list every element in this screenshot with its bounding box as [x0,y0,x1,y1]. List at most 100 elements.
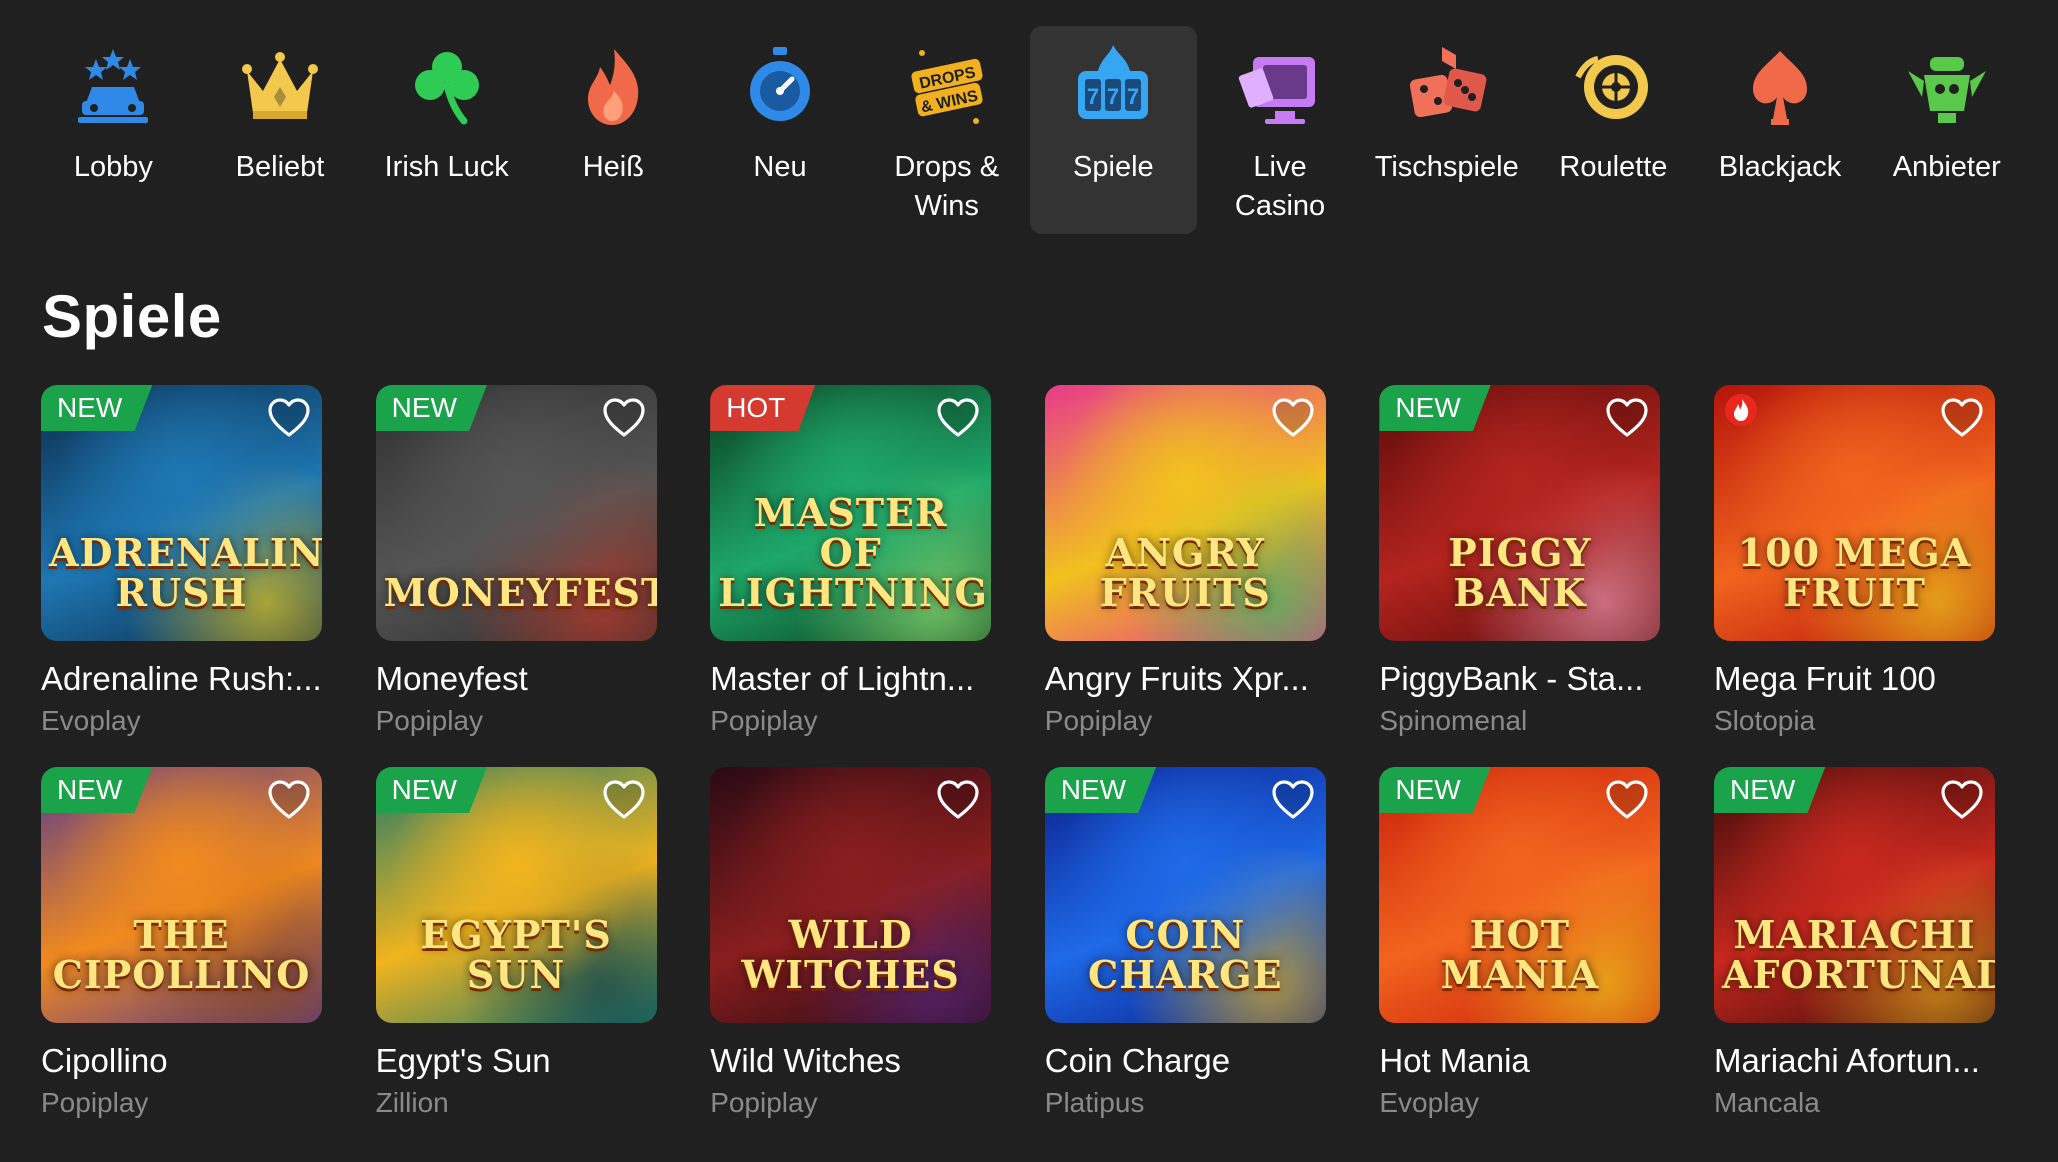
nav-label: Roulette [1559,151,1668,183]
new-badge: NEW [375,767,487,813]
game-grid: ADRENALINE RUSH NEW Adrenaline Rush:... … [41,385,2021,1121]
favorite-heart-icon[interactable] [601,777,647,823]
game-thumbnail[interactable]: THE CIPOLLINO NEW [41,767,322,1023]
new-badge: NEW [41,385,153,431]
favorite-heart-icon[interactable] [266,395,312,441]
game-thumbnail[interactable]: EGYPT'S SUN NEW [375,767,657,1023]
favorite-heart-icon[interactable] [1604,777,1650,823]
nav-label: Tischspiele [1374,151,1519,183]
crown-icon [232,38,328,134]
game-tile[interactable]: ADRENALINE RUSH NEW Adrenaline Rush:... … [41,385,322,739]
game-tile[interactable]: WILD WITCHES Wild Witches Popiplay [710,767,992,1121]
game-tile[interactable]: MONEYFEST NEW Moneyfest Popiplay [375,385,657,739]
game-thumbnail[interactable]: MASTER OF LIGHTNING HOT [710,385,992,641]
nav-item-blackjack[interactable]: Blackjack [1697,26,1864,234]
game-tile[interactable]: THE CIPOLLINO NEW Cipollino Popiplay [41,767,322,1121]
game-provider: Evoplay [1379,1087,1479,1118]
hot-badge: HOT [710,385,816,431]
nav-item-heiss[interactable]: Heiß [530,26,697,234]
casino-games-page: Lobby Beliebt Irish Luck Heiß Neu DROPS … [0,0,2058,1162]
game-provider: Mancala [1713,1087,1820,1118]
game-tile[interactable]: PIGGY BANK NEW PiggyBank - Sta... Spinom… [1379,385,1661,739]
game-provider: Popiplay [710,1087,818,1118]
game-thumbnail[interactable]: WILD WITCHES [710,767,992,1023]
nav-label: Blackjack [1718,151,1842,183]
game-name: Wild Witches [710,1042,901,1079]
game-tile[interactable]: MASTER OF LIGHTNING HOT Master of Lightn… [710,385,992,739]
game-thumbnail[interactable]: MONEYFEST NEW [375,385,657,641]
game-name: Angry Fruits Xpr... [1044,660,1309,697]
lobby-car-icon [65,38,161,134]
game-provider: Popiplay [1044,705,1153,736]
favorite-heart-icon[interactable] [1939,395,1985,441]
nav-item-roulette[interactable]: Roulette [1530,26,1697,234]
game-provider: Zillion [375,1087,449,1118]
favorite-heart-icon[interactable] [601,395,647,441]
favorite-heart-icon[interactable] [1604,395,1650,441]
game-tile[interactable]: MARIACHI AFORTUNADO NEW Mariachi Afortun… [1713,767,1995,1121]
game-tile[interactable]: ANGRY FRUITS Angry Fruits Xpr... Popipla… [1044,385,1326,739]
game-tile[interactable]: HOT MANIA NEW Hot Mania Evoplay [1379,767,1661,1121]
game-name: Master of Lightn... [710,660,975,697]
new-badge: NEW [1379,767,1491,813]
game-tile[interactable]: 100 MEGA FRUIT Mega Fruit 100 Slotopia [1713,385,1995,739]
game-name: Egypt's Sun [375,1042,551,1079]
provider-icon [1899,38,1995,134]
flame-icon [565,38,661,134]
svg-text:7: 7 [1087,84,1099,109]
blackjack-spade-icon [1732,38,1828,134]
game-tile[interactable]: EGYPT'S SUN NEW Egypt's Sun Zillion [375,767,657,1121]
game-name: Mega Fruit 100 [1713,660,1936,697]
favorite-heart-icon[interactable] [1939,777,1985,823]
live-casino-icon [1232,38,1328,134]
favorite-heart-icon[interactable] [1270,395,1316,441]
game-thumbnail[interactable]: PIGGY BANK NEW [1379,385,1661,641]
hot-flame-icon [1724,393,1758,427]
nav-label: Heiß [582,151,644,183]
game-provider: Popiplay [710,705,818,736]
nav-label: Neu [753,151,807,183]
nav-item-beliebt[interactable]: Beliebt [197,26,364,234]
nav-item-live-casino[interactable]: Live Casino [1197,26,1364,234]
game-tile[interactable]: COIN CHARGE NEW Coin Charge Platipus [1044,767,1326,1121]
nav-item-neu[interactable]: Neu [697,26,864,234]
new-badge: NEW [375,385,487,431]
favorite-heart-icon[interactable] [935,395,981,441]
category-nav: Lobby Beliebt Irish Luck Heiß Neu DROPS … [30,26,2030,234]
nav-label: Drops & Wins [894,151,1000,222]
nav-item-lobby[interactable]: Lobby [30,26,197,234]
nav-label: Live Casino [1234,151,1326,222]
favorite-heart-icon[interactable] [935,777,981,823]
game-thumbnail[interactable]: HOT MANIA NEW [1379,767,1661,1023]
nav-item-spiele[interactable]: 7 7 7 Spiele [1030,26,1197,234]
roulette-icon [1565,38,1661,134]
game-name: Moneyfest [375,660,528,697]
game-provider: Evoplay [41,705,141,736]
game-name: Adrenaline Rush:... [41,660,322,697]
nav-item-drops-wins[interactable]: DROPS & WINS Drops & Wins [863,26,1030,234]
favorite-heart-icon[interactable] [1270,777,1316,823]
nav-item-anbieter[interactable]: Anbieter [1863,26,2030,234]
game-provider: Spinomenal [1379,705,1528,736]
dice-icon [1399,38,1495,134]
game-provider: Popiplay [41,1087,149,1118]
game-thumbnail[interactable]: COIN CHARGE NEW [1044,767,1326,1023]
favorite-heart-icon[interactable] [266,777,312,823]
section-title: Spiele [42,283,222,350]
nav-item-tischspiele[interactable]: Tischspiele [1363,26,1530,234]
game-name: PiggyBank - Sta... [1379,660,1644,697]
game-thumbnail[interactable]: MARIACHI AFORTUNADO NEW [1713,767,1995,1023]
svg-text:7: 7 [1107,84,1119,109]
game-name: Coin Charge [1044,1042,1231,1079]
new-badge: NEW [41,767,153,813]
new-badge: NEW [1044,767,1157,813]
game-thumbnail[interactable]: 100 MEGA FRUIT [1713,385,1995,641]
nav-label: Beliebt [235,151,325,183]
nav-label: Anbieter [1892,151,2001,183]
nav-item-irish-luck[interactable]: Irish Luck [363,26,530,234]
svg-text:7: 7 [1127,84,1139,109]
game-name: Mariachi Afortun... [1713,1042,1980,1079]
game-thumbnail[interactable]: ANGRY FRUITS [1044,385,1326,641]
new-badge: NEW [1713,767,1826,813]
game-thumbnail[interactable]: ADRENALINE RUSH NEW [41,385,322,641]
